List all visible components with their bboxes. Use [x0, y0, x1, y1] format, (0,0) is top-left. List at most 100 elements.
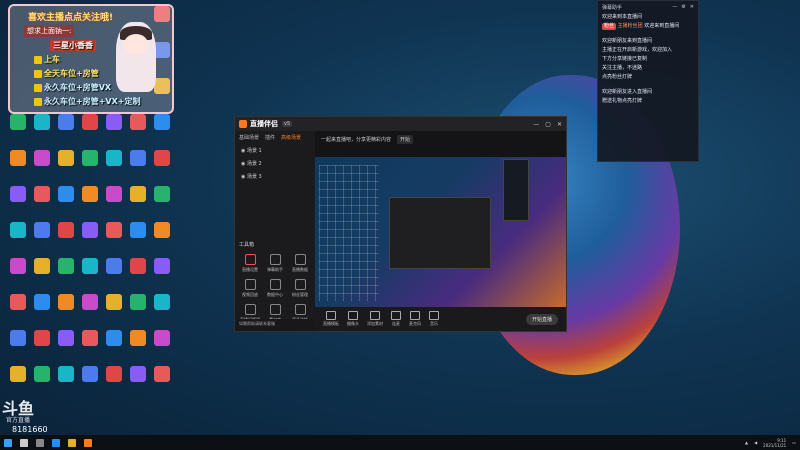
settings-icon[interactable]: ⚙ [681, 4, 685, 10]
chat-message: 主播正在开启新游戏，欢迎加入 [602, 47, 673, 53]
app-titlebar[interactable]: 直播伴侣 v5 — ▢ ✕ [235, 117, 566, 131]
desktop-shortcut-icon[interactable] [54, 114, 78, 150]
desktop-shortcut-icon[interactable] [54, 294, 78, 330]
desktop-shortcut-icon[interactable] [126, 150, 150, 186]
close-icon[interactable]: ✕ [557, 121, 562, 128]
desktop-shortcut-icon[interactable] [54, 258, 78, 294]
tab-advanced-scene[interactable]: 高级场景 [281, 134, 301, 141]
desktop-shortcut-icon[interactable] [78, 330, 102, 366]
taskview-icon[interactable] [36, 438, 44, 447]
edge-icon[interactable] [52, 438, 60, 447]
go-live-button[interactable]: 开始直播 [525, 313, 558, 325]
desktop-shortcut-icon[interactable] [102, 186, 126, 222]
minimize-icon[interactable]: — [672, 4, 677, 10]
maximize-icon[interactable]: ▢ [545, 121, 551, 128]
tab-basic-scene[interactable]: 基础场景 [239, 134, 259, 141]
desktop-shortcut-icon[interactable] [102, 258, 126, 294]
desktop-shortcut-icon[interactable] [126, 366, 150, 402]
desktop-shortcut-icon[interactable] [78, 222, 102, 258]
desktop-shortcut-icon[interactable] [54, 222, 78, 258]
desktop-shortcut-icon[interactable] [54, 186, 78, 222]
desktop-shortcut-icon[interactable] [78, 186, 102, 222]
preview-chat-window [503, 159, 529, 221]
desktop-shortcut-icon[interactable] [30, 258, 54, 294]
desktop-shortcut-icon[interactable] [126, 330, 150, 366]
scene-item-1[interactable]: ◉ 场景 1 [235, 144, 315, 157]
desktop-shortcut-icon[interactable] [126, 186, 150, 222]
desktop-shortcut-icon[interactable] [150, 222, 174, 258]
live-template-button[interactable]: 直播模板 [323, 311, 339, 327]
preview-area: 一起来直播吧，分享更精彩内容 开始 直播模板 摄像头 添加素材 连麦 麦克风 音… [315, 131, 566, 331]
live-companion-icon[interactable] [84, 438, 92, 447]
desktop-shortcut-icon[interactable] [150, 366, 174, 402]
link-mic-button[interactable]: 连麦 [391, 311, 401, 327]
desktop-shortcut-icon[interactable] [54, 150, 78, 186]
desktop-shortcut-icon[interactable] [78, 150, 102, 186]
tool-danmaku[interactable]: 弹幕助手 [264, 252, 286, 274]
desktop-shortcut-icon[interactable] [102, 114, 126, 150]
desktop-shortcut-icon[interactable] [150, 294, 174, 330]
start-icon[interactable] [4, 438, 12, 447]
camera-button[interactable]: 摄像头 [347, 311, 359, 327]
tool-playback[interactable]: 视频回放 [239, 277, 261, 299]
danmaku-panel[interactable]: 弹幕助手 — ⚙ ✕ 欢迎来到本直播间 粉丝 主播粉丝团 欢迎来到直播间 欢迎新朋友… [597, 0, 699, 162]
desktop-shortcut-icon[interactable] [102, 294, 126, 330]
desktop-shortcut-icon[interactable] [102, 366, 126, 402]
data-icon [269, 279, 281, 290]
desktop-shortcut-icon[interactable] [30, 150, 54, 186]
tool-data-center[interactable]: 数据中心 [264, 277, 286, 299]
desktop-shortcut-icon[interactable] [102, 150, 126, 186]
desktop-shortcut-icon[interactable] [102, 330, 126, 366]
desktop-shortcut-icon[interactable] [102, 222, 126, 258]
preview-nested-window [389, 197, 491, 269]
desktop-shortcut-icon[interactable] [30, 114, 54, 150]
desktop-shortcut-icon[interactable] [150, 186, 174, 222]
scene-item-3[interactable]: ◉ 场景 3 [235, 170, 315, 183]
desktop-shortcut-icon[interactable] [30, 294, 54, 330]
clock[interactable]: 9:11 2021/11/21 [763, 438, 786, 448]
tab-plugins[interactable]: 插件 [265, 134, 275, 141]
network-icon[interactable]: ▲ [745, 440, 748, 445]
minimize-icon[interactable]: — [533, 121, 539, 128]
live-companion-window[interactable]: 直播伴侣 v5 — ▢ ✕ 基础场景 插件 高级场景 ◉ 场景 1 ◉ 场景 2… [234, 116, 567, 332]
close-icon[interactable]: ✕ [690, 4, 694, 10]
tool-live-data[interactable]: 直播数据 [289, 252, 311, 274]
bottom-toolbar: 直播模板 摄像头 添加素材 连麦 麦克风 音乐 开始直播 [315, 307, 566, 331]
desktop-shortcut-icon[interactable] [78, 366, 102, 402]
folder-icon[interactable] [68, 438, 76, 447]
microphone-button[interactable]: 麦克风 [409, 311, 421, 327]
search-icon[interactable] [20, 438, 28, 447]
desktop-shortcut-icon[interactable] [6, 150, 30, 186]
chat-message: 粉丝 主播粉丝团 欢迎来到直播间 [602, 23, 680, 30]
desktop-shortcut-icon[interactable] [126, 258, 150, 294]
desktop-shortcut-icon[interactable] [150, 258, 174, 294]
desktop-shortcut-icon[interactable] [30, 222, 54, 258]
tool-live-settings[interactable]: 直播设置 [239, 252, 261, 274]
notification-icon[interactable]: ▭ [792, 440, 796, 445]
desktop-shortcut-icon[interactable] [6, 330, 30, 366]
volume-icon[interactable]: ◀ [754, 440, 757, 445]
desktop-shortcut-icon[interactable] [30, 330, 54, 366]
desktop-shortcut-icon[interactable] [150, 330, 174, 366]
desktop-shortcut-icon[interactable] [6, 294, 30, 330]
preview-pill[interactable]: 开始 [397, 134, 414, 144]
desktop-shortcut-icon[interactable] [6, 222, 30, 258]
desktop-shortcut-icon[interactable] [126, 294, 150, 330]
desktop-shortcut-icon[interactable] [6, 258, 30, 294]
desktop-shortcut-icon[interactable] [54, 330, 78, 366]
desktop-shortcut-icon[interactable] [126, 114, 150, 150]
tool-fans[interactable]: 粉丝管理 [289, 277, 311, 299]
desktop-shortcut-icon[interactable] [126, 222, 150, 258]
desktop-shortcut-icon[interactable] [6, 114, 30, 150]
add-asset-button[interactable]: 添加素材 [367, 311, 383, 327]
desktop-shortcut-icon[interactable] [78, 258, 102, 294]
desktop-shortcut-icon[interactable] [78, 294, 102, 330]
desktop-shortcut-icon[interactable] [30, 186, 54, 222]
scene-item-2[interactable]: ◉ 场景 2 [235, 157, 315, 170]
desktop-shortcut-icon[interactable] [6, 186, 30, 222]
stream-preview[interactable] [315, 157, 566, 307]
desktop-shortcut-icon[interactable] [78, 114, 102, 150]
desktop-shortcut-icon[interactable] [150, 114, 174, 150]
music-button[interactable]: 音乐 [429, 311, 439, 327]
desktop-shortcut-icon[interactable] [150, 150, 174, 186]
